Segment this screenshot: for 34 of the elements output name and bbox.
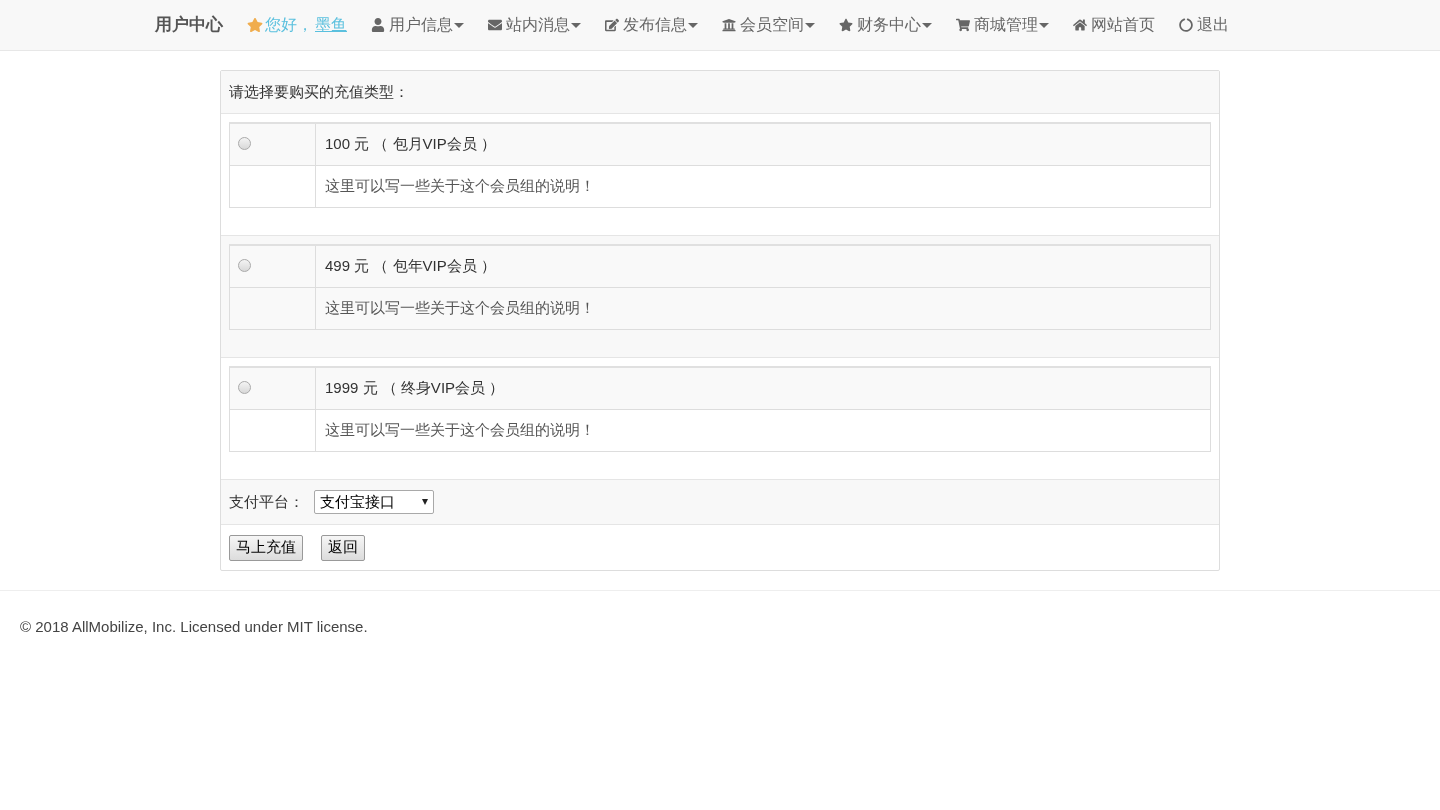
plan-radio[interactable] xyxy=(238,137,251,150)
user-icon xyxy=(371,18,385,32)
greeting-text: 您好， xyxy=(265,15,313,35)
footer-text: © 2018 AllMobilize, Inc. Licensed under MIT license. xyxy=(20,618,368,635)
payment-label: 支付平台： xyxy=(229,491,304,512)
nav-item[interactable]: 会员空间 xyxy=(722,13,815,37)
nav-item[interactable]: 退出 xyxy=(1179,13,1229,37)
form-button[interactable]: 返回 xyxy=(321,534,365,561)
form-button[interactable]: 马上充值 xyxy=(229,534,303,561)
home-icon xyxy=(1073,18,1087,32)
brand-title[interactable]: 用户中心 xyxy=(155,12,223,38)
nav-item[interactable]: 用户信息 xyxy=(371,13,464,37)
nav-item[interactable]: 财务中心 xyxy=(839,13,932,37)
nav-item[interactable]: 商城管理 xyxy=(956,13,1049,37)
plan-price: 499 元 （ 包年VIP会员 ） xyxy=(325,256,496,277)
star-icon xyxy=(839,18,853,32)
caret-icon xyxy=(422,499,428,505)
plan-price: 100 元 （ 包月VIP会员 ） xyxy=(325,134,496,155)
form-heading: 请选择要购买的充值类型： xyxy=(229,81,409,102)
envelope-icon xyxy=(488,18,502,32)
plan-description: 这里可以写一些关于这个会员组的说明！ xyxy=(325,420,595,441)
plan-description: 这里可以写一些关于这个会员组的说明！ xyxy=(325,176,595,197)
payment-select[interactable]: 支付宝接口 xyxy=(314,490,434,514)
nav-item[interactable]: 发布信息 xyxy=(605,13,698,37)
bank-icon xyxy=(722,18,736,32)
plan-radio[interactable] xyxy=(238,381,251,394)
pencil-icon xyxy=(605,18,619,32)
cart-icon xyxy=(956,18,970,32)
star-icon xyxy=(247,17,263,33)
plan-description: 这里可以写一些关于这个会员组的说明！ xyxy=(325,298,595,319)
nav-item[interactable]: 站内消息 xyxy=(488,13,581,37)
plan-price: 1999 元 （ 终身VIP会员 ） xyxy=(325,378,505,399)
nav-item[interactable]: 网站首页 xyxy=(1073,13,1155,37)
plan-radio[interactable] xyxy=(238,259,251,272)
